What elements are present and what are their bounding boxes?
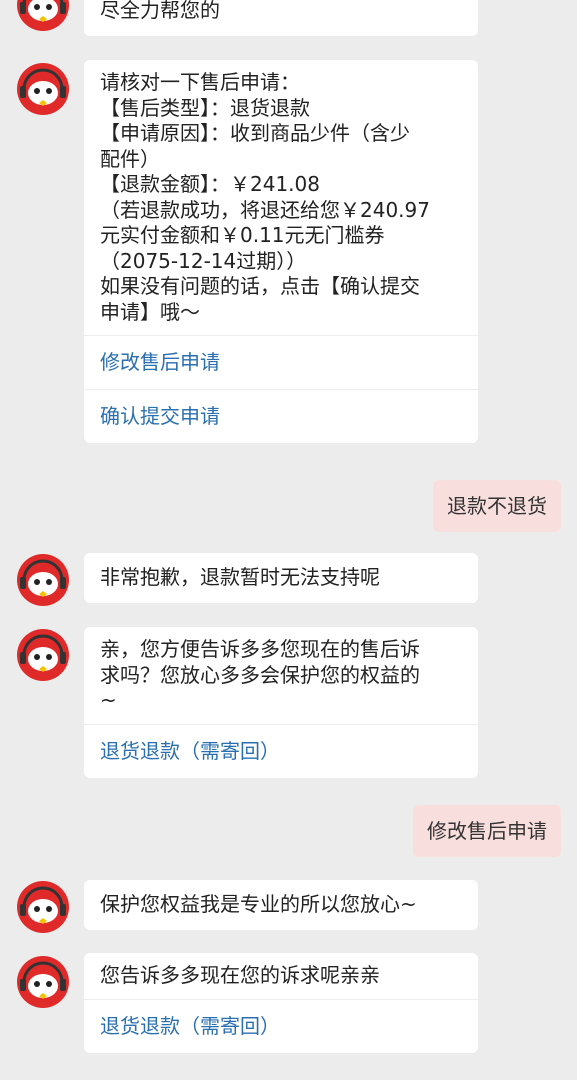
message-bubble: 保护您权益我是专业的所以您放心~: [84, 880, 478, 930]
message-bubble: 非常抱歉，退款暂时无法支持呢: [84, 553, 478, 603]
agent-avatar: [16, 62, 70, 116]
return-refund-link[interactable]: 退货退款（需寄回）: [84, 723, 478, 778]
agent-avatar: [16, 955, 70, 1009]
message-bubble: 您告诉多多现在您的诉求呢亲亲 退货退款（需寄回）: [84, 953, 478, 1053]
message-text: 尽全力帮您的: [100, 0, 220, 22]
agent-avatar: [16, 553, 70, 607]
modify-aftersale-link[interactable]: 修改售后申请: [84, 335, 478, 389]
message-text: 保护您权益我是专业的所以您放心~: [100, 892, 417, 916]
confirm-submit-link[interactable]: 确认提交申请: [84, 389, 478, 443]
user-message: 修改售后申请: [413, 805, 561, 857]
message-text: 请核对一下售后申请： 【售后类型】：退货退款 【申请原因】：收到商品少件（含少 …: [100, 70, 430, 324]
message-bubble: 尽全力帮您的: [84, 0, 478, 36]
message-bubble: 亲，您方便告诉多多您现在的售后诉 求吗？您放心多多会保护您的权益的 ~ 退货退款…: [84, 627, 478, 778]
agent-avatar: [16, 880, 70, 934]
message-text: 非常抱歉，退款暂时无法支持呢: [100, 565, 380, 589]
message-text: 您告诉多多现在您的诉求呢亲亲: [100, 963, 380, 987]
user-message: 退款不退货: [433, 480, 561, 532]
return-refund-link[interactable]: 退货退款（需寄回）: [84, 998, 478, 1053]
message-bubble: 请核对一下售后申请： 【售后类型】：退货退款 【申请原因】：收到商品少件（含少 …: [84, 60, 478, 443]
agent-avatar: [16, 628, 70, 682]
agent-avatar: [16, 0, 70, 32]
message-text: 亲，您方便告诉多多您现在的售后诉 求吗？您放心多多会保护您的权益的 ~: [100, 637, 420, 712]
